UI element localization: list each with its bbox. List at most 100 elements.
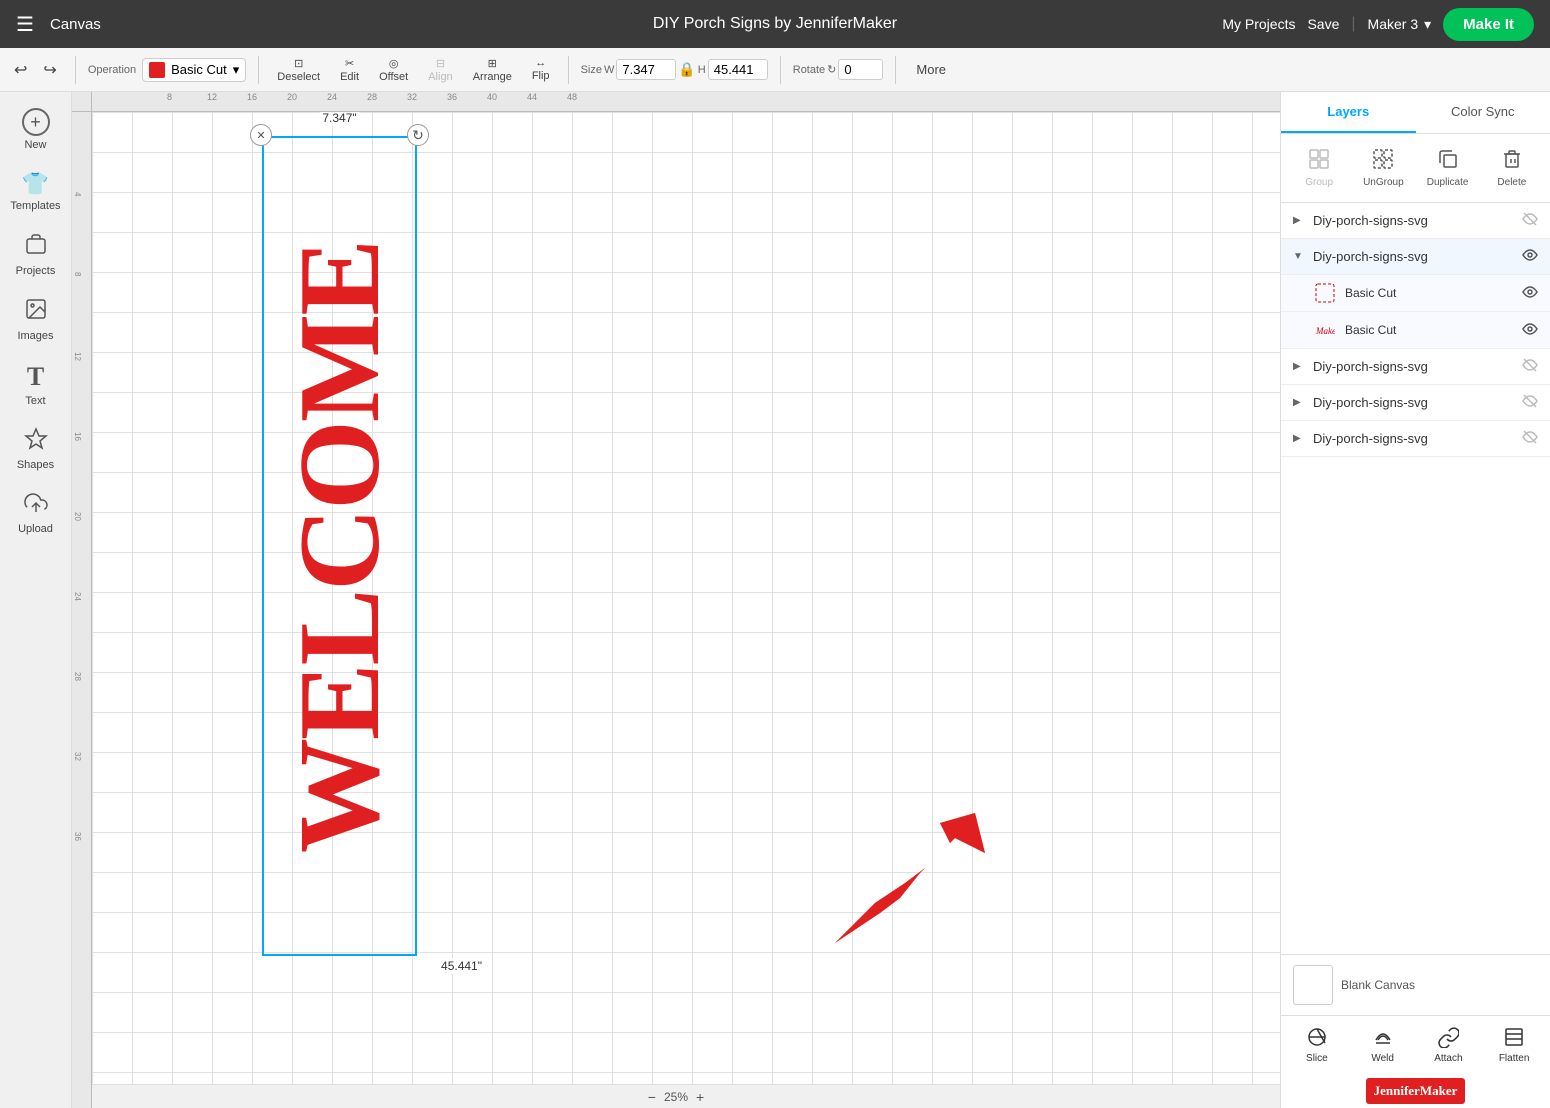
flip-button[interactable]: ↔ Flip bbox=[526, 53, 556, 86]
align-icon: ⊟ bbox=[436, 57, 445, 70]
sidebar-item-images[interactable]: Images bbox=[4, 289, 68, 350]
flip-label: Flip bbox=[532, 70, 550, 82]
ruler-tick-v16: 16 bbox=[73, 432, 82, 441]
more-button[interactable]: More bbox=[908, 58, 954, 81]
layer-group-row-1[interactable]: ▶ Diy-porch-signs-svg bbox=[1281, 203, 1550, 238]
edit-label: Edit bbox=[340, 71, 359, 83]
sub-layer-thumb-1 bbox=[1313, 281, 1337, 305]
undo-button[interactable]: ↩ bbox=[8, 56, 33, 84]
ungroup-icon bbox=[1372, 148, 1394, 175]
zoom-out-button[interactable]: − bbox=[648, 1089, 656, 1105]
my-projects-link[interactable]: My Projects bbox=[1222, 16, 1295, 32]
offset-button[interactable]: ◎ Offset bbox=[373, 53, 414, 87]
canvas-area[interactable]: 8 12 16 20 24 28 32 36 40 44 48 4 8 12 1… bbox=[72, 92, 1280, 1108]
sidebar-item-shapes[interactable]: Shapes bbox=[4, 419, 68, 479]
delete-action[interactable]: Delete bbox=[1482, 142, 1542, 194]
toolbar: ↩ ↪ Operation Basic Cut ▾ ⊡ Deselect ✂ E… bbox=[0, 48, 1550, 92]
ruler-tick-v8: 8 bbox=[73, 272, 82, 276]
duplicate-action[interactable]: Duplicate bbox=[1418, 142, 1478, 194]
layer-group-2: ▼ Diy-porch-signs-svg bbox=[1281, 239, 1550, 349]
toolbar-separator-1 bbox=[75, 56, 76, 84]
layer-eye-3[interactable] bbox=[1522, 357, 1538, 376]
layer-eye-4[interactable] bbox=[1522, 393, 1538, 412]
left-sidebar: + New 👕 Templates Projects bbox=[0, 92, 72, 1108]
ungroup-action[interactable]: UnGroup bbox=[1353, 142, 1413, 194]
canvas-content[interactable]: WELCOME ✕ ↻ 7.347" 45.441" bbox=[92, 112, 1280, 1084]
rotate-label: Rotate bbox=[793, 64, 825, 76]
zoom-in-button[interactable]: + bbox=[696, 1089, 704, 1105]
selection-rotate-handle[interactable]: ↻ bbox=[407, 124, 429, 146]
brand-bg: JenniferMaker bbox=[1366, 1078, 1466, 1104]
attach-button[interactable]: Attach bbox=[1417, 1022, 1481, 1068]
sidebar-item-new[interactable]: + New bbox=[4, 100, 68, 159]
align-button[interactable]: ⊟ Align bbox=[422, 53, 458, 87]
zoom-value: 25% bbox=[664, 1090, 688, 1104]
rotate-input[interactable] bbox=[838, 59, 883, 80]
size-label: Size bbox=[581, 64, 602, 76]
toolbar-separator-4 bbox=[780, 56, 781, 84]
arrange-button[interactable]: ⊞ Arrange bbox=[467, 53, 518, 87]
operation-selector[interactable]: Basic Cut ▾ bbox=[142, 58, 246, 82]
layer-group-5: ▶ Diy-porch-signs-svg bbox=[1281, 421, 1550, 457]
layer-eye-2[interactable] bbox=[1522, 247, 1538, 266]
group-action[interactable]: Group bbox=[1289, 142, 1349, 194]
sidebar-item-text[interactable]: T Text bbox=[4, 354, 68, 415]
height-input[interactable] bbox=[708, 59, 768, 80]
weld-icon bbox=[1372, 1026, 1394, 1051]
sidebar-item-upload-label: Upload bbox=[18, 523, 53, 535]
layer-eye-5[interactable] bbox=[1522, 429, 1538, 448]
ruler-tick-v24: 24 bbox=[73, 592, 82, 601]
sidebar-item-images-label: Images bbox=[17, 330, 53, 342]
text-icon: T bbox=[27, 362, 44, 392]
ruler-tick-36: 36 bbox=[447, 92, 457, 102]
layer-group-4: ▶ Diy-porch-signs-svg bbox=[1281, 385, 1550, 421]
topbar-divider: | bbox=[1351, 15, 1355, 33]
edit-button[interactable]: ✂ Edit bbox=[334, 53, 365, 87]
attach-label: Attach bbox=[1434, 1053, 1462, 1064]
menu-icon[interactable]: ☰ bbox=[16, 12, 34, 37]
lock-icon[interactable]: 🔒 bbox=[678, 61, 695, 78]
offset-label: Offset bbox=[379, 71, 408, 83]
layer-group-row-5[interactable]: ▶ Diy-porch-signs-svg bbox=[1281, 421, 1550, 456]
redo-button[interactable]: ↪ bbox=[37, 56, 62, 84]
sidebar-item-templates[interactable]: 👕 Templates bbox=[4, 163, 68, 220]
width-input[interactable] bbox=[616, 59, 676, 80]
sub-layer-eye-2[interactable] bbox=[1522, 321, 1538, 340]
sub-layer-2[interactable]: Makers Basic Cut bbox=[1281, 311, 1550, 348]
duplicate-label: Duplicate bbox=[1427, 177, 1469, 188]
vertical-ruler: 4 8 12 16 20 24 28 32 36 bbox=[72, 112, 92, 1108]
deselect-button[interactable]: ⊡ Deselect bbox=[271, 53, 326, 87]
sub-layer-eye-1[interactable] bbox=[1522, 284, 1538, 303]
sub-layer-1[interactable]: Basic Cut bbox=[1281, 274, 1550, 311]
layer-group-row-2[interactable]: ▼ Diy-porch-signs-svg bbox=[1281, 239, 1550, 274]
operation-value: Basic Cut bbox=[171, 62, 227, 77]
ruler-tick-28: 28 bbox=[367, 92, 377, 102]
layer-eye-1[interactable] bbox=[1522, 211, 1538, 230]
selection-close-handle[interactable]: ✕ bbox=[250, 124, 272, 146]
width-label: W bbox=[604, 64, 614, 76]
slice-icon bbox=[1306, 1026, 1328, 1051]
sidebar-item-upload[interactable]: Upload bbox=[4, 483, 68, 543]
operation-color-dot bbox=[149, 62, 165, 78]
slice-button[interactable]: Slice bbox=[1285, 1022, 1349, 1068]
make-it-button[interactable]: Make It bbox=[1443, 8, 1534, 41]
machine-name: Maker 3 bbox=[1368, 16, 1419, 32]
dimension-height: 45.441" bbox=[438, 958, 485, 974]
projects-icon bbox=[24, 232, 48, 262]
sidebar-item-projects[interactable]: Projects bbox=[4, 224, 68, 285]
machine-selector[interactable]: Maker 3 ▾ bbox=[1368, 16, 1432, 33]
ruler-tick-v28: 28 bbox=[73, 672, 82, 681]
tab-layers[interactable]: Layers bbox=[1281, 92, 1416, 133]
save-button[interactable]: Save bbox=[1307, 16, 1339, 32]
ruler-tick-v20: 20 bbox=[73, 512, 82, 521]
layer-name-5: Diy-porch-signs-svg bbox=[1313, 431, 1514, 446]
layer-group-row-3[interactable]: ▶ Diy-porch-signs-svg bbox=[1281, 349, 1550, 384]
jennifermaker-brand: JenniferMaker bbox=[1281, 1074, 1550, 1108]
ruler-tick-v32: 32 bbox=[73, 752, 82, 761]
tab-color-sync[interactable]: Color Sync bbox=[1416, 92, 1550, 133]
ruler-tick-24: 24 bbox=[327, 92, 337, 102]
weld-button[interactable]: Weld bbox=[1351, 1022, 1415, 1068]
layer-group-row-4[interactable]: ▶ Diy-porch-signs-svg bbox=[1281, 385, 1550, 420]
flatten-button[interactable]: Flatten bbox=[1482, 1022, 1546, 1068]
canvas-label: Canvas bbox=[50, 16, 101, 33]
